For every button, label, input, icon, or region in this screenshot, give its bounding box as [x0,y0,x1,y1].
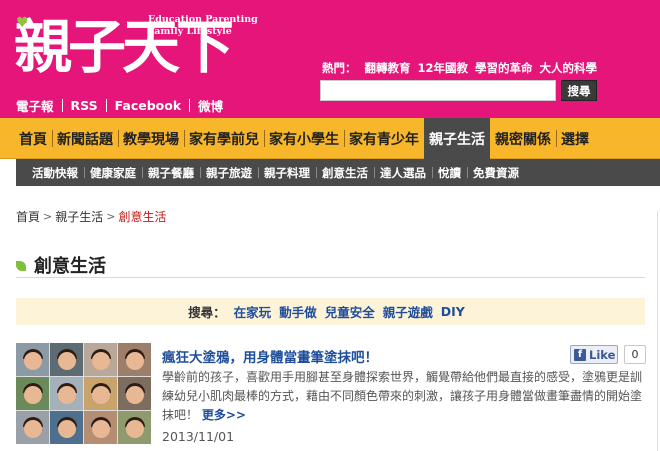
hot-topic-link[interactable]: 翻轉教育 [365,60,411,76]
facebook-icon: f [574,348,586,361]
thumbnail-face [23,352,42,371]
subnav-item-picks[interactable]: 達人選品 [374,165,432,181]
thumbnail-cell [118,343,151,376]
tagline-line-1: Education Parenting [148,14,258,25]
thumbnail-face [91,386,110,405]
thumbnail-cell [84,377,117,410]
thumbnail-cell [16,377,49,410]
heart-icon: ♥ [16,15,29,31]
page-title: 創意生活 [34,255,106,277]
hot-label: 熱門： [322,61,357,75]
logo-tagline: Education Parenting Family Lifestyle [148,14,258,38]
search-button[interactable]: 搜尋 [561,80,597,101]
quick-link-facebook[interactable]: Facebook [115,98,182,113]
thumbnail-face [125,420,144,439]
tag-link[interactable]: 兒童安全 [325,302,375,321]
thumbnail-cell [50,411,83,444]
subnav-item-reading[interactable]: 悅讀 [432,165,467,181]
hot-topic-link[interactable]: 大人的科學 [540,60,598,76]
thumbnail-cell [50,377,83,410]
tag-link[interactable]: DIY [441,304,465,319]
tag-search-label: 搜尋： [188,305,226,320]
breadcrumb-separator: > [106,210,116,223]
thumbnail-face [57,420,76,439]
thumbnail-face [91,420,110,439]
thumbnail-face [57,386,76,405]
nav-item-elementary[interactable]: 家有小學生 [264,118,344,159]
quick-link-newsletter[interactable]: 電子報 [16,96,54,115]
thumbnail-face [125,352,144,371]
like-label: Like [589,347,616,362]
thumbnail-cell [118,377,151,410]
thumbnail-face [23,420,42,439]
subnav-item-health[interactable]: 健康家庭 [84,165,142,181]
hot-topic-link[interactable]: 12年國教 [418,60,469,76]
breadcrumb-home[interactable]: 首頁 [16,208,40,225]
breadcrumb-parent[interactable]: 親子生活 [55,208,103,225]
sub-nav: 活動快報 健康家庭 親子餐廳 親子旅遊 親子料理 創意生活 達人選品 悅讀 免費… [16,159,660,186]
search-input[interactable] [320,80,556,101]
subnav-item-restaurants[interactable]: 親子餐廳 [142,165,200,181]
nav-item-family-life[interactable]: 親子生活 [424,118,490,159]
quick-link-weibo[interactable]: 微博 [198,96,223,115]
nav-item-choice[interactable]: 選擇 [556,118,594,159]
quick-links: 電子報 RSS Facebook 微博 [16,96,223,115]
main-nav: 首頁 新聞話題 教學現場 家有學前兒 家有小學生 家有青少年 親子生活 親密關係… [0,118,660,159]
nav-item-teaching[interactable]: 教學現場 [118,118,184,159]
thumbnail-face [125,386,144,405]
tag-link[interactable]: 動手做 [279,302,317,321]
thumbnail-cell [50,343,83,376]
site-header: 親子天下 ♥ Education Parenting Family Lifest… [0,0,660,118]
nav-item-news[interactable]: 新聞話題 [52,118,118,159]
subnav-item-creative[interactable]: 創意生活 [316,165,374,181]
thumbnail-cell [118,411,151,444]
thumbnail-face [57,352,76,371]
leaf-icon [16,260,26,271]
nav-item-relationships[interactable]: 親密關係 [490,118,556,159]
thumbnail-cell [84,411,117,444]
subnav-item-travel[interactable]: 親子旅遊 [200,165,258,181]
subnav-item-free[interactable]: 免費資源 [467,165,525,181]
thumbnail-cell [84,343,117,376]
tag-link[interactable]: 親子遊戲 [383,302,433,321]
article-thumbnail[interactable] [16,343,151,444]
section-header: 創意生活 [16,252,645,278]
thumbnail-face [91,352,110,371]
nav-item-preschool[interactable]: 家有學前兒 [184,118,264,159]
article-date: 2013/11/01 [162,429,235,444]
site-logo[interactable]: 親子天下 ♥ [14,14,234,84]
article-title[interactable]: 瘋狂大塗鴉，用身體當畫筆塗抹吧！ [162,346,378,366]
tag-link[interactable]: 在家玩 [234,302,272,321]
hot-topic-link[interactable]: 學習的革命 [475,60,533,76]
like-count: 0 [624,345,646,364]
subnav-item-events[interactable]: 活動快報 [26,165,84,181]
thumbnail-cell [16,411,49,444]
content-divider [657,211,658,451]
divider [189,99,191,112]
thumbnail-face [23,386,42,405]
facebook-like-button[interactable]: f Like [570,345,618,364]
hot-topics: 熱門： 翻轉教育 12年國教 學習的革命 大人的科學 [322,60,604,76]
nav-item-home[interactable]: 首頁 [14,118,52,159]
article-summary: 學齡前的孩子，喜歡用手用腳甚至身體探索世界，觸覺帶給他們最直接的感受，塗鴉更是訓… [162,368,646,425]
quick-link-rss[interactable]: RSS [71,98,98,113]
divider [105,99,107,112]
tag-search-bar: 搜尋： 在家玩 動手做 兒童安全 親子遊戲 DIY [16,298,645,325]
divider [61,99,63,112]
thumbnail-cell [16,343,49,376]
more-link[interactable]: 更多>> [202,408,246,422]
breadcrumb: 首頁 > 親子生活 > 創意生活 [16,208,166,225]
breadcrumb-current: 創意生活 [118,210,167,224]
breadcrumb-separator: > [43,210,53,223]
nav-item-teen[interactable]: 家有青少年 [344,118,424,159]
subnav-item-cooking[interactable]: 親子料理 [258,165,316,181]
tagline-line-2: Family Lifestyle [148,26,232,37]
